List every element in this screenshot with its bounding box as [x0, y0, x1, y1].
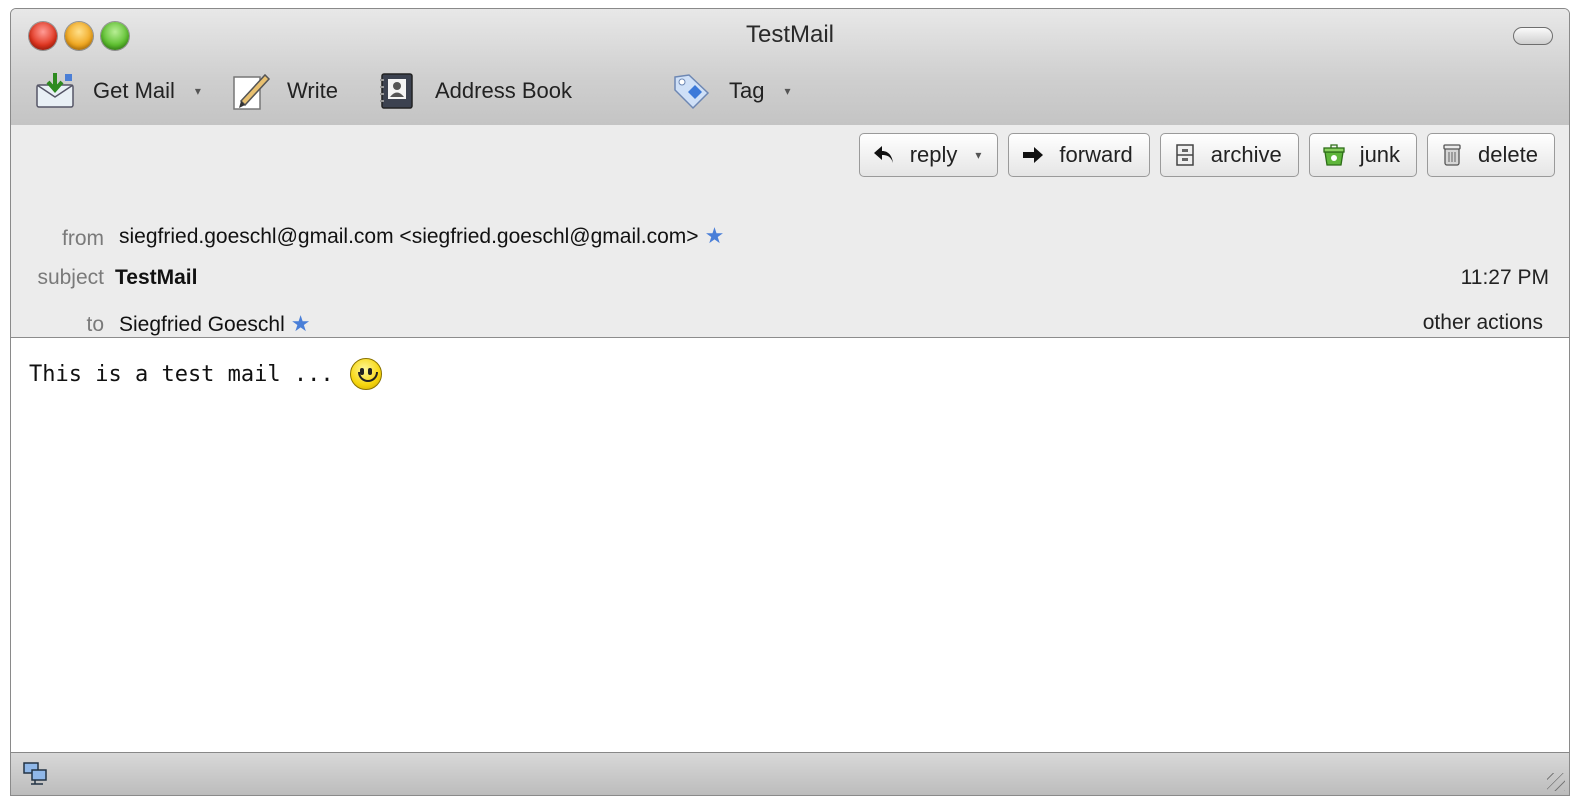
delete-icon	[1440, 143, 1464, 167]
from-value: siegfried.goeschl@gmail.com <siegfried.g…	[119, 223, 724, 249]
junk-button[interactable]: junk	[1308, 133, 1418, 177]
write-label: Write	[287, 78, 338, 103]
message-window: TestMail Get Mail ▾ Write Address Book T…	[10, 8, 1570, 796]
write-button[interactable]: Write	[231, 67, 338, 115]
address-book-label: Address Book	[435, 78, 572, 103]
reply-dropdown-arrow[interactable]: ▾	[975, 148, 981, 162]
reply-label: reply	[909, 142, 958, 167]
archive-icon	[1173, 143, 1197, 167]
reply-icon	[872, 143, 896, 167]
message-actions: reply ▾ forward archive junk delete	[858, 133, 1555, 177]
main-toolbar: Get Mail ▾ Write Address Book Tag ▾	[31, 67, 1569, 115]
tag-button[interactable]: Tag ▾	[671, 67, 791, 115]
message-text-content: This is a test mail ...	[29, 361, 334, 387]
tag-icon	[671, 71, 711, 111]
to-address[interactable]: Siegfried Goeschl	[119, 313, 285, 336]
from-star-icon[interactable]: ★	[705, 223, 725, 248]
delete-label: delete	[1478, 142, 1538, 167]
subject-label: subject	[37, 266, 104, 289]
delete-button[interactable]: delete	[1427, 133, 1555, 177]
message-text: This is a test mail ...	[29, 358, 382, 390]
get-mail-icon	[35, 71, 75, 111]
get-mail-dropdown-arrow[interactable]: ▾	[195, 84, 201, 98]
message-header: reply ▾ forward archive junk delete from…	[11, 125, 1569, 338]
junk-label: junk	[1359, 142, 1401, 167]
window-title: TestMail	[745, 21, 835, 48]
toolbar-toggle-button[interactable]	[1513, 27, 1553, 45]
tag-label: Tag	[729, 78, 765, 103]
forward-icon	[1021, 143, 1045, 167]
forward-button[interactable]: forward	[1008, 133, 1150, 177]
network-status-icon[interactable]	[23, 761, 49, 785]
subject-value: TestMail	[115, 266, 198, 289]
from-address[interactable]: siegfried.goeschl@gmail.com <siegfried.g…	[119, 225, 699, 248]
resize-grip[interactable]	[1547, 773, 1565, 791]
archive-label: archive	[1210, 142, 1282, 167]
junk-icon	[1322, 143, 1346, 167]
forward-label: forward	[1059, 142, 1133, 167]
get-mail-label: Get Mail	[93, 78, 175, 103]
get-mail-button[interactable]: Get Mail ▾	[35, 67, 201, 115]
message-time: 11:27 PM	[1460, 266, 1549, 289]
archive-button[interactable]: archive	[1159, 133, 1299, 177]
tag-dropdown-arrow[interactable]: ▾	[784, 84, 790, 98]
status-bar	[11, 752, 1569, 795]
write-icon	[231, 71, 271, 111]
smiley-icon	[349, 358, 382, 390]
from-label: from	[62, 227, 104, 250]
address-book-icon	[377, 71, 417, 111]
reply-button[interactable]: reply ▾	[858, 133, 999, 177]
window-chrome: TestMail Get Mail ▾ Write Address Book T…	[11, 9, 1569, 126]
address-book-button[interactable]: Address Book	[377, 67, 572, 115]
to-value: Siegfried Goeschl ★	[119, 311, 311, 337]
message-body[interactable]: This is a test mail ...	[11, 338, 1569, 753]
to-star-icon[interactable]: ★	[291, 311, 311, 336]
other-actions-link[interactable]: other actions	[1423, 311, 1543, 335]
to-label: to	[86, 313, 104, 336]
